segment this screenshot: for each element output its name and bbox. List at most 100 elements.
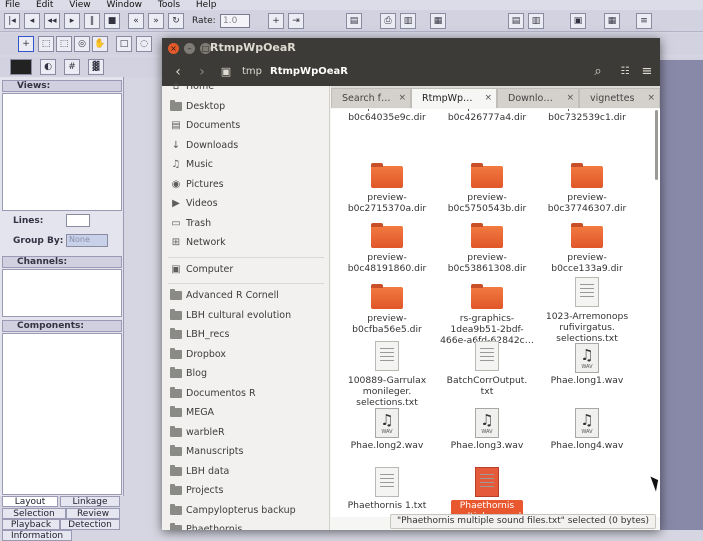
tab-playback[interactable]: Playback bbox=[2, 519, 60, 530]
loop-icon[interactable]: ↻ bbox=[168, 13, 184, 29]
save-icon[interactable]: ▣ bbox=[570, 13, 586, 29]
menu-file[interactable]: File bbox=[5, 0, 20, 10]
marquee-icon[interactable]: □ bbox=[116, 36, 132, 52]
export-icon[interactable]: ▥ bbox=[400, 13, 416, 29]
group-by-select[interactable]: None bbox=[66, 234, 108, 247]
tab[interactable]: RtmpWp… × bbox=[411, 88, 497, 108]
skip-start-icon[interactable]: |◂ bbox=[4, 13, 20, 29]
page2-icon[interactable]: ▥ bbox=[528, 13, 544, 29]
sidebar-item[interactable]: Desktop bbox=[162, 97, 330, 116]
brightness-icon[interactable]: ◐ bbox=[40, 59, 56, 75]
close-icon[interactable]: × bbox=[168, 43, 179, 54]
close-icon[interactable]: × bbox=[647, 89, 655, 108]
file-item[interactable]: ♫ WAV Phae.long1.wav bbox=[539, 341, 635, 401]
page-icon[interactable]: ▤ bbox=[508, 13, 524, 29]
close-icon[interactable]: × bbox=[566, 89, 574, 108]
tab-detection[interactable]: Detection bbox=[60, 519, 120, 530]
play-icon[interactable]: ▸ bbox=[64, 13, 80, 29]
channels-header[interactable]: Channels: bbox=[2, 256, 122, 268]
sidebar-item[interactable]: ⊞ Network bbox=[162, 233, 330, 252]
document-icon[interactable]: ▤ bbox=[346, 13, 362, 29]
sidebar-item[interactable]: Documentos R bbox=[162, 384, 330, 403]
grid-lines-icon[interactable]: # bbox=[64, 59, 80, 75]
colormap-icon[interactable] bbox=[10, 59, 32, 75]
sidebar-item[interactable]: ♫ Music bbox=[162, 155, 330, 174]
sidebar-item[interactable]: ◉ Pictures bbox=[162, 175, 330, 194]
channels-list[interactable] bbox=[2, 269, 122, 317]
sidebar-item[interactable]: ⌂ Home bbox=[162, 77, 330, 96]
file-item[interactable]: preview- b0c53861308.dir bbox=[439, 216, 535, 276]
tab-review[interactable]: Review bbox=[66, 508, 120, 519]
file-item[interactable]: preview- b0c64035e9c.dir bbox=[339, 109, 435, 161]
menu-view[interactable]: View bbox=[69, 0, 90, 10]
file-item[interactable]: preview- b0c48191860.dir bbox=[339, 216, 435, 276]
menu-icon[interactable]: ≡ bbox=[636, 62, 658, 82]
magnify-icon[interactable]: ◎ bbox=[74, 36, 90, 52]
sidebar-item[interactable]: warbleR bbox=[162, 423, 330, 442]
components-list[interactable] bbox=[2, 333, 122, 495]
sidebar-item[interactable]: LBH data bbox=[162, 462, 330, 481]
file-item[interactable]: 1023-Arremonops rufivirgatus. selections… bbox=[539, 277, 635, 344]
file-item[interactable]: Phaethornis multiple sound bbox=[439, 465, 535, 517]
pause-icon[interactable]: ‖ bbox=[84, 13, 100, 29]
menu-help[interactable]: Help bbox=[196, 0, 217, 10]
print-icon[interactable]: ⎙ bbox=[380, 13, 396, 29]
step-back-icon[interactable]: ◂ bbox=[24, 13, 40, 29]
table-icon[interactable]: ▦ bbox=[430, 13, 446, 29]
file-item[interactable]: ♫ WAV Phae.long3.wav bbox=[439, 406, 535, 466]
select-box-icon[interactable]: ⬚ bbox=[38, 36, 54, 52]
file-item[interactable]: ♫ WAV Phae.long4.wav bbox=[539, 406, 635, 466]
tab-linkage[interactable]: Linkage bbox=[60, 496, 120, 507]
views-list[interactable] bbox=[2, 93, 122, 211]
sidebar-item[interactable]: LBH_recs bbox=[162, 325, 330, 344]
file-item[interactable]: BatchCorrOutput. txt bbox=[439, 341, 535, 401]
close-icon[interactable]: × bbox=[398, 89, 406, 108]
sidebar-item[interactable]: Dropbox bbox=[162, 345, 330, 364]
window-titlebar[interactable]: × – □ RtmpWpOeaR bbox=[162, 38, 660, 58]
tab-selection[interactable]: Selection bbox=[2, 508, 66, 519]
tab[interactable]: Search f… × bbox=[331, 88, 411, 108]
sidebar-item[interactable]: Advanced R Cornell bbox=[162, 286, 330, 305]
skip-forward-icon[interactable]: » bbox=[148, 13, 164, 29]
file-item[interactable]: ♫ WAV Phae.long2.wav bbox=[339, 406, 435, 466]
file-item[interactable]: preview- b0c732539c1.dir bbox=[539, 109, 635, 161]
sidebar-item[interactable]: ▤ Documents bbox=[162, 116, 330, 135]
sidebar-item[interactable]: Projects bbox=[162, 481, 330, 500]
file-item[interactable]: preview- b0c37746307.dir bbox=[539, 156, 635, 216]
search-icon[interactable]: ⌕ bbox=[587, 62, 609, 82]
sidebar-item[interactable]: ▭ Trash bbox=[162, 214, 330, 233]
spectrogram-icon[interactable]: ▓ bbox=[88, 59, 104, 75]
file-item[interactable]: 100889-Garrulax monileger. selections.tx… bbox=[339, 341, 435, 408]
menu-edit[interactable]: Edit bbox=[36, 0, 53, 10]
view-list-icon[interactable]: ☷ bbox=[614, 62, 636, 82]
lines-input[interactable] bbox=[66, 214, 90, 227]
file-item[interactable]: preview- b0cfba56e5.dir bbox=[339, 277, 435, 337]
sidebar-item[interactable]: MEGA bbox=[162, 403, 330, 422]
sidebar-item[interactable]: ▶ Videos bbox=[162, 194, 330, 213]
views-header[interactable]: Views: bbox=[2, 80, 122, 92]
close-icon[interactable]: × bbox=[484, 89, 492, 108]
sidebar-item[interactable]: Blog bbox=[162, 364, 330, 383]
tab[interactable]: vignettes × bbox=[579, 88, 660, 108]
sidebar-item[interactable]: LBH cultural evolution bbox=[162, 306, 330, 325]
sidebar-item[interactable]: Manuscripts bbox=[162, 442, 330, 461]
file-item[interactable]: preview- b0cce133a9.dir bbox=[539, 216, 635, 276]
skip-back-icon[interactable]: « bbox=[128, 13, 144, 29]
zoom-fit-icon[interactable]: ⇥ bbox=[288, 13, 304, 29]
crosshair-icon[interactable]: + bbox=[18, 36, 34, 52]
list-icon[interactable]: ≡ bbox=[636, 13, 652, 29]
stop-icon[interactable]: ■ bbox=[104, 13, 120, 29]
hand-icon[interactable]: ✋ bbox=[92, 36, 108, 52]
minimize-icon[interactable]: – bbox=[184, 43, 195, 54]
menu-window[interactable]: Window bbox=[106, 0, 142, 10]
tab-layout[interactable]: Layout bbox=[2, 496, 58, 507]
sidebar-item[interactable]: ▣ Computer bbox=[162, 260, 330, 279]
tab[interactable]: Downlo… × bbox=[497, 88, 579, 108]
file-item[interactable]: preview- b0c426777a4.dir bbox=[439, 109, 535, 161]
tab-information[interactable]: Information bbox=[2, 530, 72, 541]
file-item[interactable]: rs-graphics- 1dea9b51-2bdf- 466e-a6fd-62… bbox=[439, 277, 535, 346]
sidebar-item[interactable]: Phaethornis bbox=[162, 520, 330, 530]
sidebar-item[interactable]: Campylopterus backup bbox=[162, 501, 330, 520]
zoom-in-icon[interactable]: + bbox=[268, 13, 284, 29]
grid-icon[interactable]: ▦ bbox=[604, 13, 620, 29]
